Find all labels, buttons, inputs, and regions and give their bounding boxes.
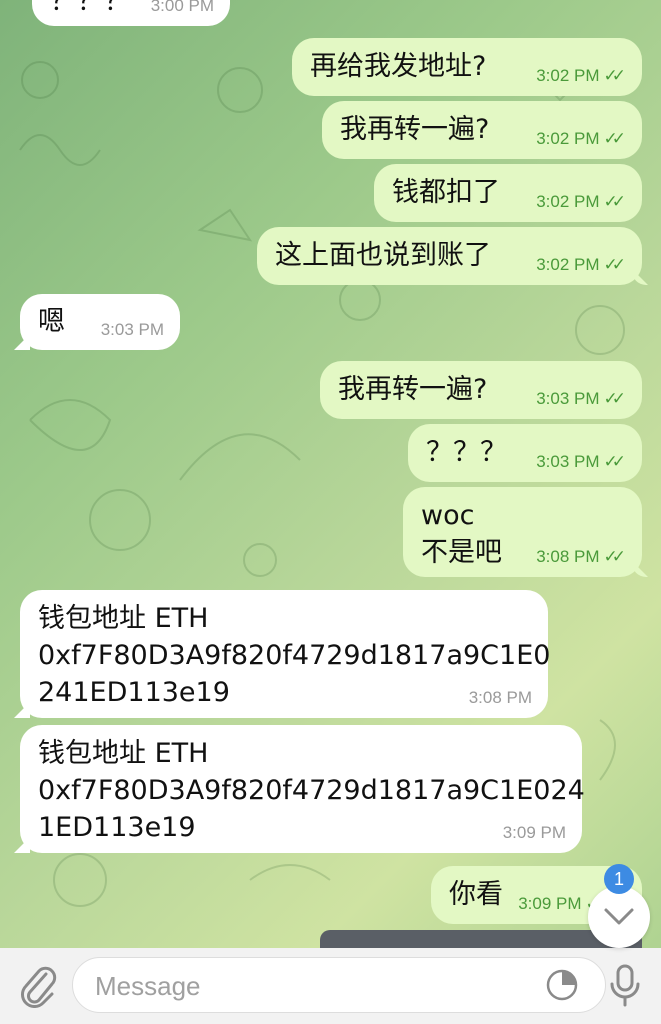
message-time: 3:03 PM ✓✓ bbox=[536, 452, 626, 472]
message-time: 3:02 PM ✓✓ bbox=[536, 255, 626, 275]
unread-badge: 1 bbox=[604, 864, 634, 894]
message-time: 3:02 PM ✓✓ bbox=[536, 66, 626, 86]
message-time: 3:03 PM bbox=[101, 320, 164, 340]
message-time: 3:09 PM bbox=[503, 823, 566, 843]
message-input[interactable]: Message bbox=[72, 957, 606, 1013]
time-text: 3:03 PM bbox=[100, 320, 164, 339]
time-text: 3:08 PM bbox=[536, 547, 600, 566]
message-time: 3:08 PM ✓✓ bbox=[536, 547, 626, 567]
message-text: ？？？ bbox=[426, 437, 507, 468]
double-check-icon: ✓✓ bbox=[603, 547, 626, 566]
time-text: 3:02 PM bbox=[536, 66, 600, 85]
outgoing-message[interactable]: ？？？ 3:03 PM ✓✓ bbox=[408, 424, 642, 482]
message-time: 3:02 PM ✓✓ bbox=[536, 129, 626, 149]
outgoing-message[interactable]: woc 不是吧 3:08 PM ✓✓ bbox=[403, 487, 642, 577]
incoming-message[interactable]: ？？？ 3:00 PM bbox=[32, 0, 230, 26]
time-text: 3:02 PM bbox=[536, 255, 600, 274]
message-time: 3:03 PM ✓✓ bbox=[536, 389, 626, 409]
incoming-message[interactable]: 嗯 3:03 PM bbox=[20, 294, 180, 350]
message-text: 你看 bbox=[449, 879, 503, 910]
double-check-icon: ✓✓ bbox=[603, 129, 626, 148]
time-text: 3:00 PM bbox=[150, 0, 214, 15]
message-text: 241ED113e19 bbox=[38, 677, 230, 708]
outgoing-message[interactable]: 我再转一遍? 3:03 PM ✓✓ bbox=[320, 361, 642, 419]
message-text: 我再转一遍? bbox=[338, 374, 488, 405]
scroll-down-button[interactable] bbox=[588, 886, 650, 948]
time-text: 3:03 PM bbox=[536, 452, 600, 471]
double-check-icon: ✓✓ bbox=[603, 452, 626, 471]
time-text: 3:03 PM bbox=[536, 389, 600, 408]
message-text: 0xf7F80D3A9f820f4729d1817a9C1E0 bbox=[38, 640, 551, 671]
message-time: 3:08 PM bbox=[469, 688, 532, 708]
incoming-message[interactable]: 钱包地址 ETH 0xf7F80D3A9f820f4729d1817a9C1E02… bbox=[20, 725, 585, 853]
double-check-icon: ✓✓ bbox=[603, 66, 626, 85]
time-text: 3:09 PM bbox=[502, 823, 566, 842]
time-text: 3:02 PM bbox=[536, 129, 600, 148]
outgoing-message[interactable]: 再给我发地址? 3:02 PM ✓✓ bbox=[292, 38, 642, 96]
message-text: 钱都扣了 bbox=[392, 177, 500, 208]
outgoing-message[interactable]: 我再转一遍? 3:02 PM ✓✓ bbox=[322, 101, 642, 159]
message-text: 钱包地址 ETH bbox=[38, 603, 209, 634]
outgoing-message[interactable]: 钱都扣了 3:02 PM ✓✓ bbox=[374, 164, 642, 222]
message-text: 1ED113e19 bbox=[38, 812, 196, 843]
sticker-icon[interactable] bbox=[545, 968, 579, 1002]
time-text: 3:09 PM bbox=[518, 894, 582, 913]
message-time: 3:02 PM ✓✓ bbox=[536, 192, 626, 212]
message-text: 钱包地址 ETH bbox=[38, 738, 209, 769]
outgoing-message[interactable]: 这上面也说到账了 3:02 PM ✓✓ bbox=[257, 227, 642, 285]
message-text: 不是吧 bbox=[421, 537, 502, 568]
double-check-icon: ✓✓ bbox=[603, 255, 626, 274]
paperclip-icon[interactable] bbox=[18, 962, 58, 1008]
message-text: 嗯 bbox=[38, 306, 65, 337]
double-check-icon: ✓✓ bbox=[603, 192, 626, 211]
time-text: 3:02 PM bbox=[536, 192, 600, 211]
time-text: 3:08 PM bbox=[468, 688, 532, 707]
message-text: 再给我发地址? bbox=[310, 51, 487, 82]
chevron-down-icon bbox=[604, 908, 634, 925]
message-text: ？？？ bbox=[50, 0, 131, 17]
double-check-icon: ✓✓ bbox=[603, 389, 626, 408]
incoming-message[interactable]: 钱包地址 ETH 0xf7F80D3A9f820f4729d1817a9C1E0 2… bbox=[20, 590, 551, 718]
message-text: woc bbox=[421, 500, 475, 531]
message-time: 3:00 PM bbox=[151, 0, 214, 16]
message-text: 0xf7F80D3A9f820f4729d1817a9C1E024 bbox=[38, 775, 585, 806]
microphone-icon[interactable] bbox=[608, 962, 642, 1008]
message-text: 我再转一遍? bbox=[340, 114, 490, 145]
message-text: 这上面也说到账了 bbox=[275, 240, 491, 271]
message-placeholder: Message bbox=[95, 971, 201, 1001]
